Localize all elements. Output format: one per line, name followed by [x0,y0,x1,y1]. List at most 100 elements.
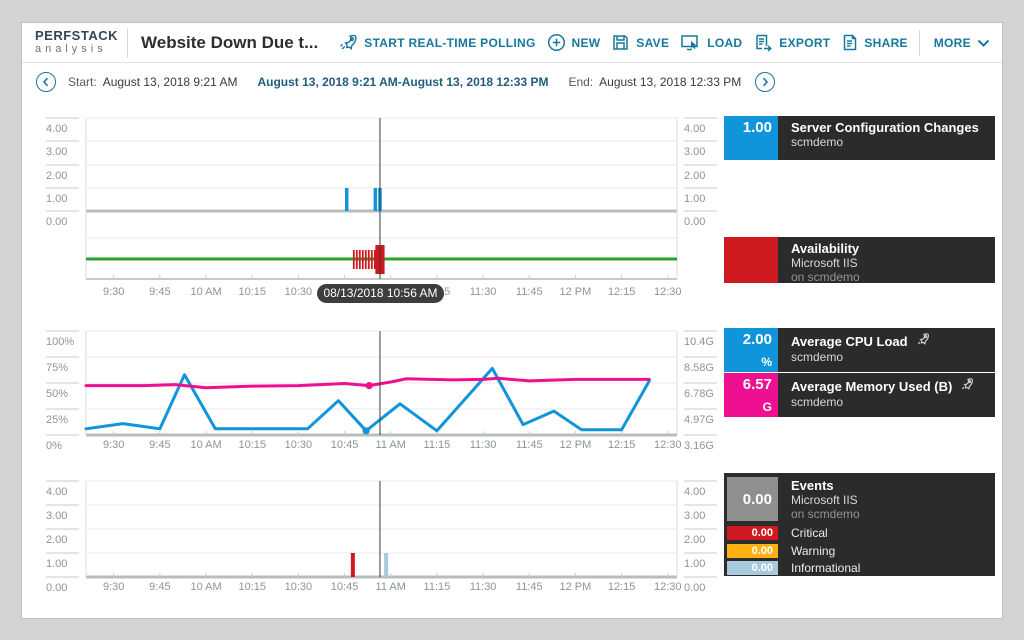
hover-marker [363,427,370,434]
legend-subtitle-2: on scmdemo [791,507,995,521]
x-axis-label: 11:45 [516,286,543,298]
time-forward-button[interactable] [755,72,775,92]
x-axis-label: 10 AM [190,581,221,593]
x-axis-label: 12:30 [654,439,682,451]
y-axis-label-left: 25% [46,414,68,426]
legend-value-box: 0.00 [727,477,778,521]
x-axis-label: 10:45 [331,581,359,593]
legend-title: Events [791,478,834,493]
y-axis-label-right: 2.00 [684,170,705,182]
perfstack-window: PERFSTACK analysis Website Down Due t...… [21,22,1003,619]
new-button[interactable]: NEW [547,33,601,52]
document-export-icon [753,33,773,52]
legend-value: 1.00 [743,119,772,136]
x-axis-label: 12 PM [560,286,592,298]
x-axis-label: 9:30 [103,286,124,298]
x-axis-label: 11:45 [516,439,543,451]
time-back-button[interactable] [36,72,56,92]
informational-bar [384,553,388,577]
more-button[interactable]: MORE [934,36,990,50]
legend-subtitle: Microsoft IIS [791,256,995,270]
save-label: SAVE [636,36,669,50]
legend-availability[interactable]: Availability Microsoft IIS on scmdemo [724,237,995,283]
logo-line1: PERFSTACK [35,29,127,43]
x-axis-label: 9:45 [149,439,170,451]
start-polling-button[interactable]: START REAL-TIME POLLING [338,33,535,53]
y-axis-label-right: 0.00 [684,582,705,594]
y-axis-label-left: 50% [46,388,68,400]
export-button[interactable]: EXPORT [753,33,830,52]
x-axis-label: 10:15 [238,286,266,298]
legend-server-config-changes[interactable]: 1.00 Server Configuration Changes scmdem… [724,116,995,160]
monitor-cursor-icon [680,33,701,52]
x-axis-label: 9:30 [103,439,124,451]
x-axis-label: 11:15 [424,439,451,451]
x-axis-label: 11:15 [424,581,451,593]
x-axis-label: 10:30 [285,439,313,451]
y-axis-label-left: 4.00 [46,123,67,135]
legend-subtitle-2: on scmdemo [791,270,995,284]
legend-average-cpu-load[interactable]: 2.00 % Average CPU Load scmdemo [724,328,995,372]
legend-value-box: 2.00 % [724,328,778,372]
plus-circle-icon [547,33,566,52]
legend-average-memory-used[interactable]: 6.57 G Average Memory Used (B) scmdemo [724,373,995,417]
y-axis-label-right: 3.00 [684,146,705,158]
end-value[interactable]: August 13, 2018 12:33 PM [599,75,741,89]
share-button[interactable]: SHARE [841,33,908,52]
y-axis-label-right: 2.00 [684,534,705,546]
y-axis-label-right: 1.00 [684,193,705,205]
critical-label: Critical [791,526,828,540]
x-axis-label: 9:45 [149,286,170,298]
polling-rocket-icon[interactable] [915,332,930,350]
export-label: EXPORT [779,36,830,50]
x-axis-label: 12 PM [560,581,592,593]
legend-unit: G [763,401,772,414]
start-label: Start: [68,75,97,89]
timeline-chart-1[interactable]: 4.004.003.003.002.002.001.001.000.000.00… [22,113,722,309]
toolbar-actions: START REAL-TIME POLLING NEW SAVE [338,30,1002,56]
critical-bar [351,553,355,577]
start-value[interactable]: August 13, 2018 9:21 AM [103,75,238,89]
x-axis-label: 12:30 [654,581,682,593]
legend-title: Average CPU Load [791,334,908,349]
server-configuration-changes-bar [345,188,349,211]
load-button[interactable]: LOAD [680,33,742,52]
y-axis-label-right: 4.00 [684,123,705,135]
legend-value: 6.57 [743,376,772,393]
timeline-chart-3[interactable]: 4.004.003.003.002.002.001.001.000.000.00… [22,471,722,603]
rocket-icon [338,33,358,53]
legend-subtitle: scmdemo [791,135,995,149]
y-axis-label-left: 1.00 [46,193,67,205]
x-axis-label: 12:15 [608,581,636,593]
legend-subtitle: scmdemo [791,395,995,409]
y-axis-label-right: 0.00 [684,216,705,228]
x-axis-label: 10:30 [285,581,313,593]
critical-count-box: 0.00 [727,526,778,540]
x-axis-label: 12:15 [608,286,636,298]
end-label: End: [568,75,593,89]
save-button[interactable]: SAVE [611,33,669,52]
crosshair-tooltip: 08/13/2018 10:56 AM [317,284,444,303]
more-label: MORE [934,36,971,50]
y-axis-label-left: 0.00 [46,582,67,594]
y-axis-label-right: 8.58G [684,362,714,374]
x-axis-label: 11:30 [470,439,497,451]
timeline-chart-2[interactable]: 100%10.4G75%8.58G50%6.78G25%4.97G0%3.16G… [22,329,722,461]
top-toolbar: PERFSTACK analysis Website Down Due t...… [22,23,1002,63]
x-axis-label: 9:45 [149,581,170,593]
y-axis-label-right: 3.16G [684,440,714,452]
x-axis-label: 11:30 [470,286,497,298]
legend-subtitle: scmdemo [791,350,995,364]
x-axis-label: 10 AM [190,286,221,298]
x-axis-label: 11 AM [376,439,406,451]
legend-value-box: 6.57 G [724,373,778,417]
polling-rocket-icon[interactable] [959,377,974,395]
page-title: Website Down Due t... [141,33,318,53]
selected-range[interactable]: August 13, 2018 9:21 AM-August 13, 2018 … [257,75,548,89]
x-axis-label: 10:15 [238,581,266,593]
y-axis-label-left: 4.00 [46,486,67,498]
x-axis-label: 11:30 [470,581,497,593]
start-polling-label: START REAL-TIME POLLING [364,36,535,50]
time-range-bar: Start: August 13, 2018 9:21 AM August 13… [22,63,1002,101]
legend-events[interactable]: 0.00 Events Microsoft IIS on scmdemo 0.0… [724,473,995,576]
